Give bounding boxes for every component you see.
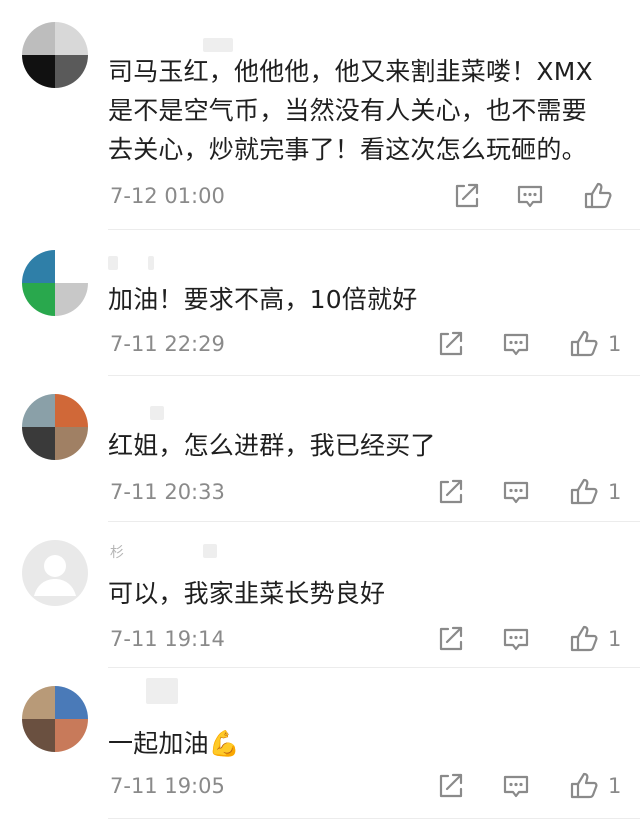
comment-text: 加油！要求不高，10倍就好 [108,285,418,314]
comment-text: 一起加油💪 [108,729,241,758]
comment-meta: 7-11 19:14 1 [110,623,625,655]
like-count: 1 [608,627,622,651]
comment-text: 红姐，怎么进群，我已经买了 [108,431,436,460]
comment-text: 可以，我家韭菜长势良好 [108,579,386,608]
share-icon[interactable] [434,623,466,655]
comment-meta: 7-11 19:05 1 [110,770,625,802]
share-icon[interactable] [434,476,466,508]
comment-item: 红姐，怎么进群，我已经买了 7-11 20:33 1 [0,376,640,522]
comment-icon[interactable] [500,623,532,655]
username[interactable] [108,254,238,274]
comment-item: 加油！要求不高，10倍就好 7-11 22:29 1 [0,230,640,376]
avatar[interactable] [22,22,88,88]
username[interactable]: 杉 [108,542,238,562]
like-count: 1 [608,332,622,356]
comment-item: 司马玉红，他他他，他又来割韭菜喽！XMX 是不是空气币，当然没有人关心，也不需要… [0,0,640,230]
avatar[interactable] [22,250,88,316]
thumbs-up-icon[interactable] [568,770,600,802]
comment-meta: 7-11 22:29 1 [110,328,625,360]
comment-meta: 7-11 20:33 1 [110,476,625,508]
thumbs-up-icon[interactable] [582,180,614,212]
avatar[interactable] [22,540,88,606]
comment-item: 一起加油💪 7-11 19:05 1 [0,668,640,824]
thumbs-up-icon[interactable] [568,476,600,508]
comment-time: 7-11 22:29 [110,332,225,356]
like-count: 1 [608,480,622,504]
share-icon[interactable] [450,180,482,212]
share-icon[interactable] [434,770,466,802]
comment-time: 7-12 01:00 [110,184,225,208]
thumbs-up-icon[interactable] [568,623,600,655]
username[interactable] [108,678,238,704]
comment-icon[interactable] [500,328,532,360]
comment-icon[interactable] [500,476,532,508]
username-text: 杉 [110,545,124,561]
comment-list: 司马玉红，他他他，他又来割韭菜喽！XMX 是不是空气币，当然没有人关心，也不需要… [0,0,640,824]
comment-text: 司马玉红，他他他，他又来割韭菜喽！XMX 是不是空气币，当然没有人关心，也不需要… [108,57,593,164]
thumbs-up-icon[interactable] [568,328,600,360]
avatar[interactable] [22,394,88,460]
comment-time: 7-11 20:33 [110,480,225,504]
default-avatar-icon [34,555,76,596]
like-count: 1 [608,774,622,798]
comment-time: 7-11 19:05 [110,774,225,798]
comment-icon[interactable] [500,770,532,802]
comment-item: 杉 可以，我家韭菜长势良好 7-11 19:14 1 [0,522,640,668]
divider [108,818,640,819]
avatar[interactable] [22,686,88,752]
username[interactable] [108,404,238,424]
comment-meta: 7-12 01:00 [110,180,625,212]
comment-time: 7-11 19:14 [110,627,225,651]
share-icon[interactable] [434,328,466,360]
comment-icon[interactable] [514,180,546,212]
